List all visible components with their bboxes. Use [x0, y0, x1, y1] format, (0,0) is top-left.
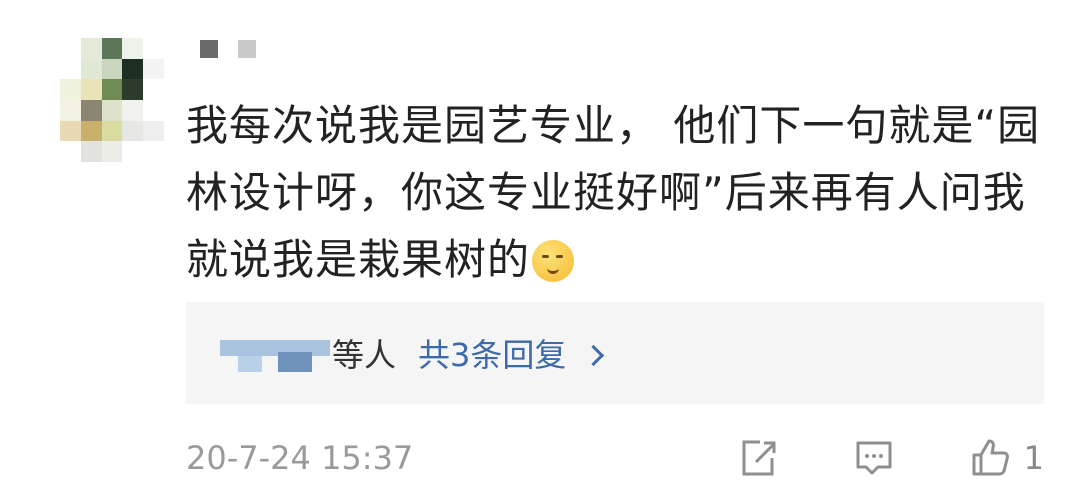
chevron-right-icon[interactable]	[583, 344, 605, 366]
username-blurred[interactable]	[200, 40, 256, 58]
avatar[interactable]	[60, 38, 164, 162]
shushing-face-icon	[532, 240, 575, 282]
share-icon[interactable]	[736, 436, 780, 480]
reply-username-blurred	[220, 334, 330, 372]
view-replies-link[interactable]: 共3条回复	[418, 330, 566, 376]
reply-suffix: 等人	[332, 336, 397, 374]
comment-footer: 20-7-24 15:37 1	[186, 430, 1044, 486]
comment-text: 我每次说我是园艺专业， 他们下一句就是“园林设计呀，你这专业挺好啊”后来再有人问…	[186, 101, 1041, 284]
timestamp: 20-7-24 15:37	[186, 439, 414, 477]
replies-preview[interactable]: 等人 共3条回复	[186, 302, 1044, 404]
comment-icon[interactable]	[852, 436, 896, 480]
comment-body: 我每次说我是园艺专业， 他们下一句就是“园林设计呀，你这专业挺好啊”后来再有人问…	[186, 92, 1046, 293]
like-count: 1	[1023, 439, 1044, 477]
action-bar: 1	[736, 436, 1044, 480]
thumbs-up-icon[interactable]	[968, 436, 1012, 480]
